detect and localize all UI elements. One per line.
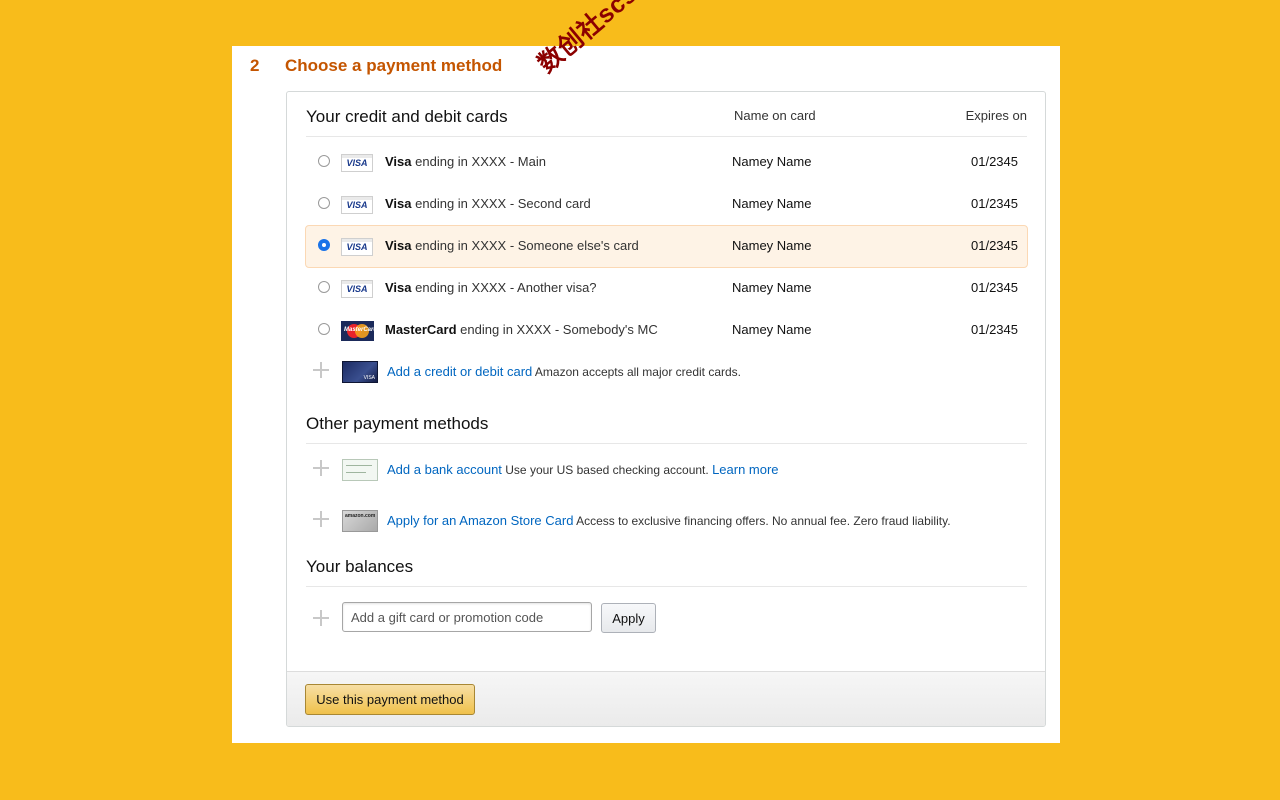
card-radio[interactable] — [318, 323, 330, 335]
card-suffix: ending in XXXX - Somebody's MC — [460, 322, 658, 337]
cards-section-title: Your credit and debit cards — [306, 107, 508, 126]
card-expiry: 01/2345 — [971, 322, 1018, 337]
card-row[interactable]: VISA Visa ending in XXXX - Second card N… — [305, 183, 1028, 226]
card-radio[interactable] — [318, 197, 330, 209]
use-payment-method-button[interactable]: Use this payment method — [305, 684, 475, 715]
other-section-header: Other payment methods — [306, 399, 1027, 444]
payment-panel: 2 Choose a payment method 数创社scs66 Your … — [232, 0, 1060, 743]
store-card-link[interactable]: Apply for an Amazon Store Card — [387, 513, 573, 528]
card-holder-name: Namey Name — [732, 280, 812, 295]
other-section-title: Other payment methods — [306, 414, 489, 433]
footer-bar: Use this payment method — [287, 671, 1045, 726]
store-card-note: Access to exclusive financing offers. No… — [576, 514, 951, 528]
plus-icon[interactable] — [313, 511, 329, 527]
card-suffix: ending in XXXX - Second card — [415, 196, 591, 211]
store-card-row: amazon.com Apply for an Amazon Store Car… — [287, 501, 1045, 541]
plus-icon[interactable] — [313, 362, 329, 378]
add-bank-note: Use your US based checking account. — [505, 463, 709, 477]
card-holder-name: Namey Name — [732, 196, 812, 211]
plus-icon[interactable] — [313, 460, 329, 476]
watermark: 数创社scs66 — [532, 0, 665, 79]
card-label: Visa ending in XXXX - Another visa? — [385, 280, 597, 295]
add-bank-row: Add a bank account Use your US based che… — [287, 450, 1045, 490]
card-radio[interactable] — [318, 155, 330, 167]
step-number: 2 — [250, 56, 260, 75]
card-label: MasterCard ending in XXXX - Somebody's M… — [385, 322, 658, 337]
cards-section-header: Your credit and debit cards Name on card… — [306, 92, 1027, 137]
card-expiry: 01/2345 — [971, 238, 1018, 253]
card-brand: Visa — [385, 196, 412, 211]
step-title: Choose a payment method — [285, 56, 503, 75]
card-row[interactable]: MasterCard MasterCard ending in XXXX - S… — [305, 309, 1028, 352]
card-suffix: ending in XXXX - Another visa? — [415, 280, 597, 295]
gift-card-input[interactable] — [342, 602, 592, 632]
card-brand: Visa — [385, 154, 412, 169]
visa-logo-icon: VISA — [341, 280, 373, 298]
add-bank-link[interactable]: Add a bank account — [387, 462, 502, 477]
card-expiry: 01/2345 — [971, 196, 1018, 211]
mastercard-logo-icon: MasterCard — [341, 321, 377, 341]
expires-on-header: Expires on — [965, 108, 1027, 123]
card-suffix: ending in XXXX - Main — [415, 154, 546, 169]
add-card-row: VISA Add a credit or debit card Amazon a… — [287, 352, 1045, 392]
card-holder-name: Namey Name — [732, 238, 812, 253]
store-card-text: Apply for an Amazon Store Card Access to… — [387, 513, 951, 528]
card-suffix: ending in XXXX - Someone else's card — [415, 238, 639, 253]
card-brand: Visa — [385, 280, 412, 295]
card-expiry: 01/2345 — [971, 280, 1018, 295]
payment-methods-box: Your credit and debit cards Name on card… — [286, 91, 1046, 727]
apply-button[interactable]: Apply — [601, 603, 656, 633]
add-card-text: Add a credit or debit card Amazon accept… — [387, 364, 741, 379]
card-label: Visa ending in XXXX - Main — [385, 154, 546, 169]
card-expiry: 01/2345 — [971, 154, 1018, 169]
name-on-card-header: Name on card — [734, 108, 816, 123]
card-holder-name: Namey Name — [732, 154, 812, 169]
plus-icon[interactable] — [313, 610, 329, 626]
card-label: Visa ending in XXXX - Second card — [385, 196, 591, 211]
card-brand: Visa — [385, 238, 412, 253]
store-card-thumb-icon: amazon.com — [342, 510, 378, 532]
balances-section-header: Your balances — [306, 542, 1027, 587]
card-radio-selected[interactable] — [318, 239, 330, 251]
card-row-selected[interactable]: VISA Visa ending in XXXX - Someone else'… — [305, 225, 1028, 268]
visa-logo-icon: VISA — [341, 238, 373, 256]
learn-more-link[interactable]: Learn more — [712, 462, 778, 477]
card-holder-name: Namey Name — [732, 322, 812, 337]
add-bank-text: Add a bank account Use your US based che… — [387, 462, 779, 477]
add-card-link[interactable]: Add a credit or debit card — [387, 364, 532, 379]
card-row[interactable]: VISA Visa ending in XXXX - Another visa?… — [305, 267, 1028, 310]
credit-card-thumb-icon: VISA — [342, 361, 378, 383]
card-row[interactable]: VISA Visa ending in XXXX - Main Namey Na… — [305, 141, 1028, 184]
card-brand: MasterCard — [385, 322, 457, 337]
visa-logo-icon: VISA — [341, 154, 373, 172]
add-card-note: Amazon accepts all major credit cards. — [534, 365, 742, 379]
visa-logo-icon: VISA — [341, 196, 373, 214]
balances-section-title: Your balances — [306, 557, 414, 576]
bank-check-icon — [342, 459, 378, 481]
card-radio[interactable] — [318, 281, 330, 293]
card-label: Visa ending in XXXX - Someone else's car… — [385, 238, 639, 253]
